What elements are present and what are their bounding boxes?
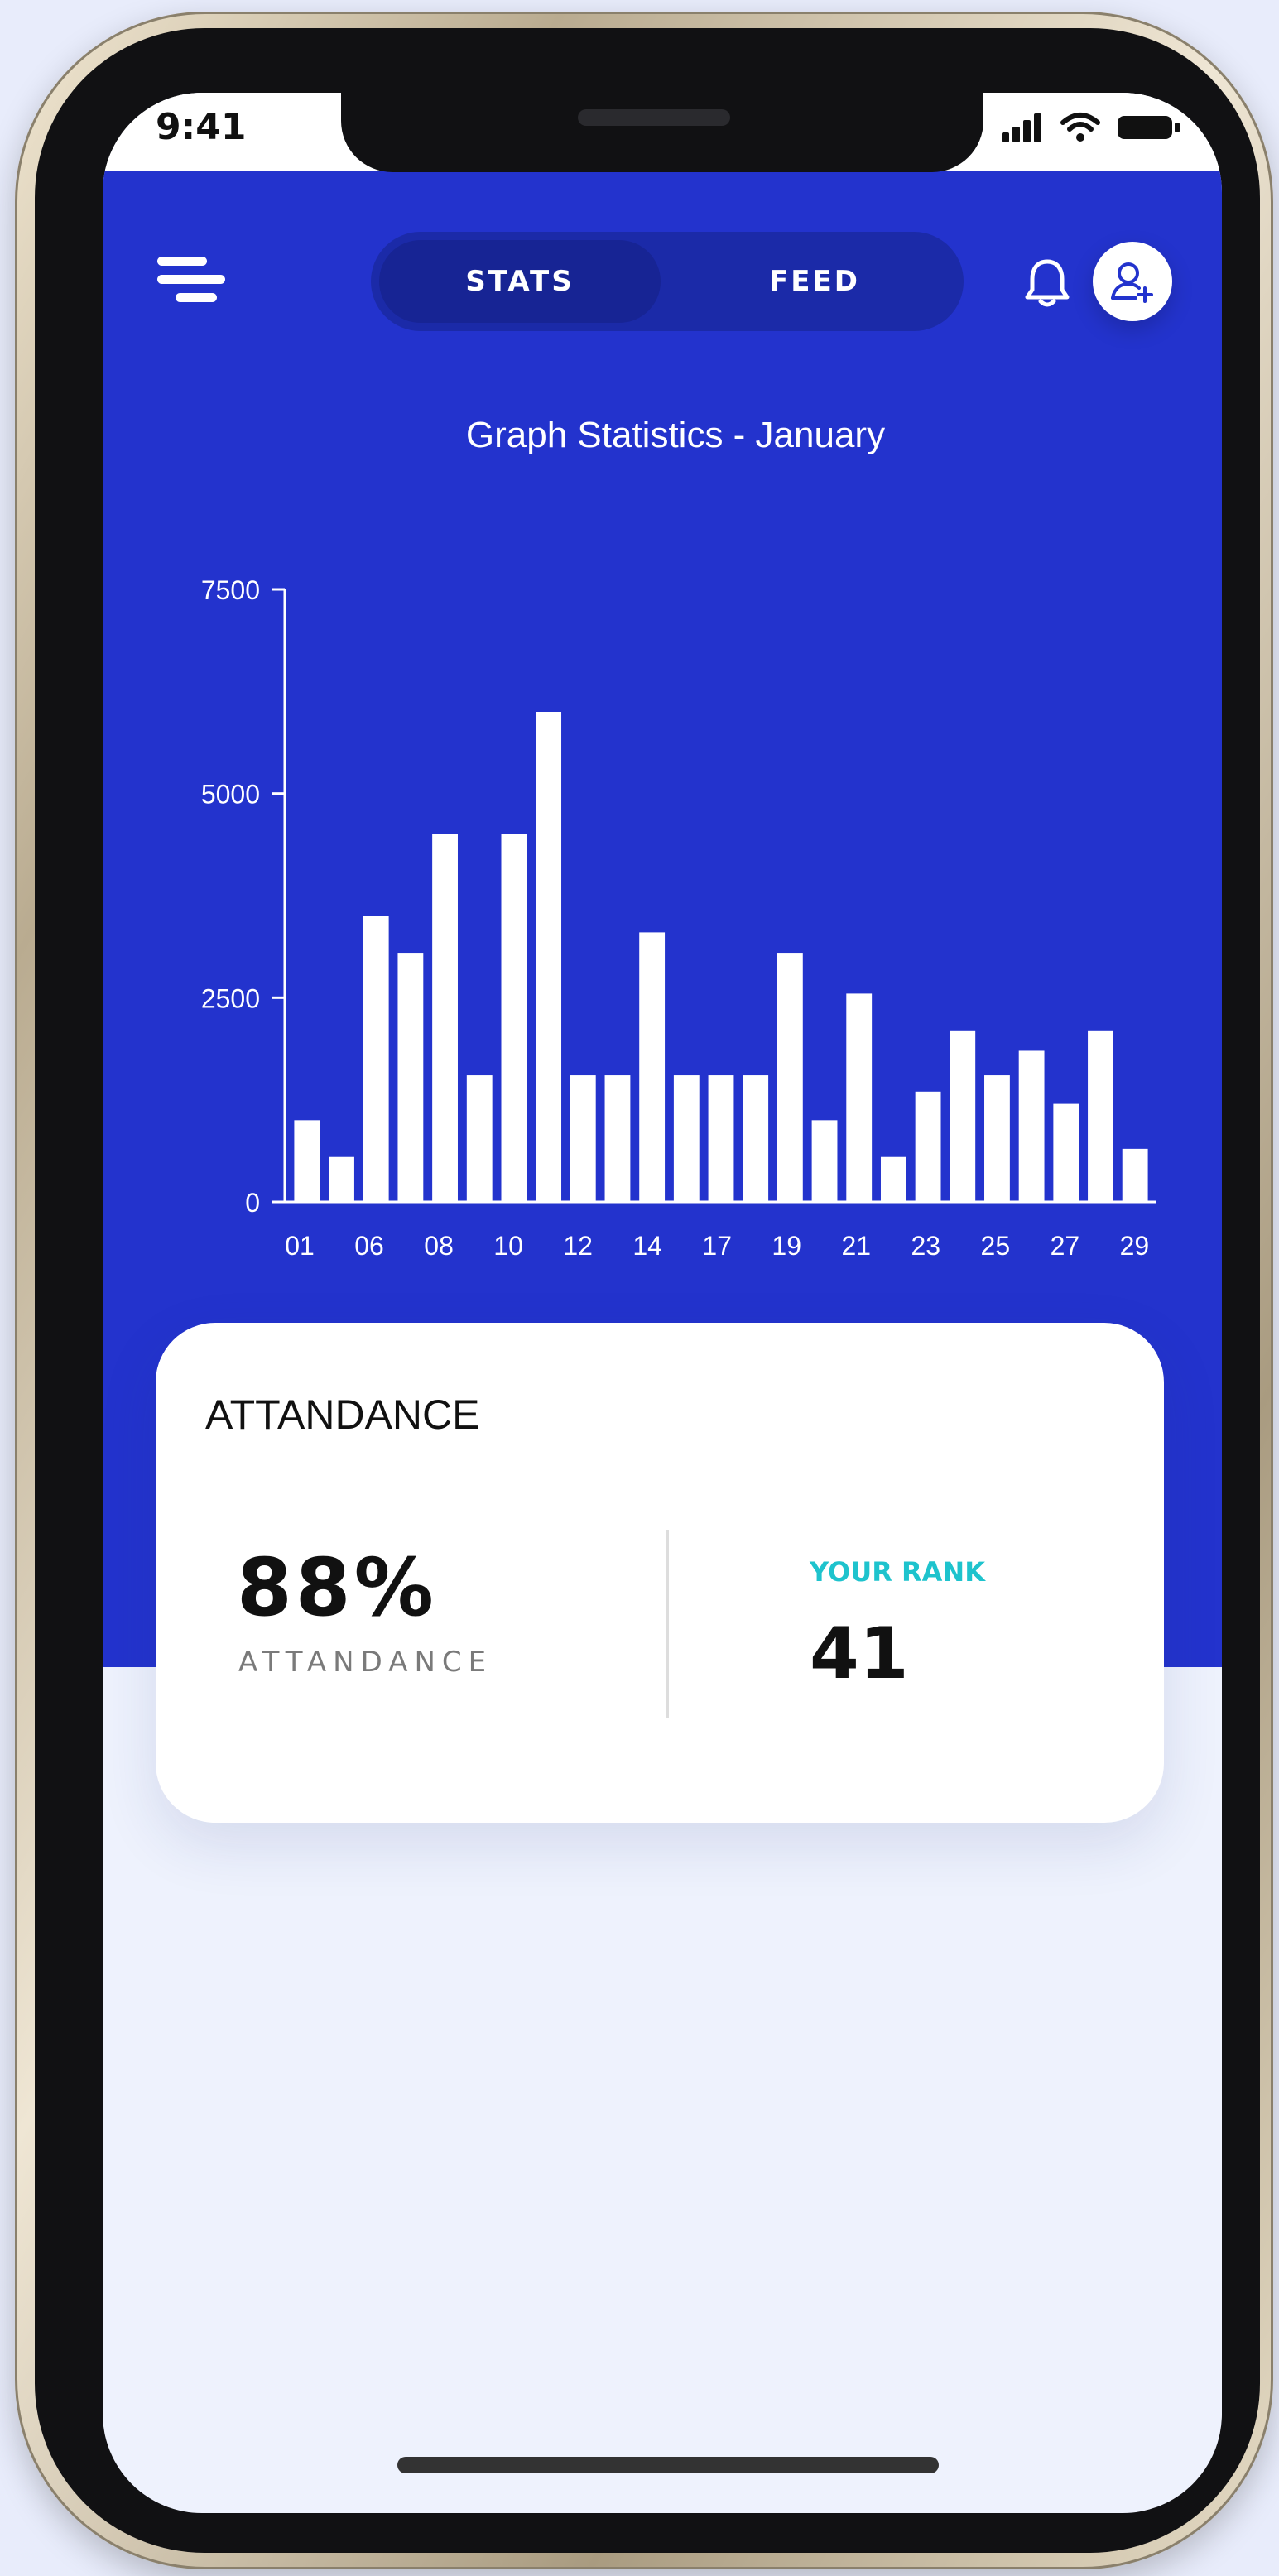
- x-tick-label: 23: [911, 1231, 941, 1261]
- x-tick-label: 10: [493, 1231, 523, 1261]
- status-time: 9:41: [156, 106, 247, 148]
- bar-07: [397, 953, 424, 1202]
- home-indicator[interactable]: [397, 2457, 939, 2473]
- bar-12: [570, 1075, 596, 1202]
- bar-28: [1088, 1030, 1113, 1202]
- x-tick-label: 01: [285, 1231, 315, 1261]
- bar-18: [743, 1075, 769, 1202]
- x-tick-label: 06: [354, 1231, 384, 1261]
- bar-24: [950, 1030, 976, 1202]
- bar-19: [777, 953, 803, 1202]
- bar-01: [294, 1120, 320, 1202]
- x-tick-label: 27: [1051, 1231, 1080, 1261]
- bar-29: [1122, 1148, 1148, 1202]
- bar-14: [639, 932, 666, 1202]
- x-tick-label: 14: [632, 1231, 662, 1261]
- notification-button[interactable]: [1023, 257, 1071, 310]
- y-tick-label: 0: [245, 1188, 260, 1218]
- tab-stats[interactable]: STATS: [379, 240, 661, 323]
- bar-25: [984, 1075, 1010, 1202]
- bar-08: [432, 834, 458, 1202]
- rank-value: 41: [810, 1612, 909, 1695]
- bar-chart: Graph Statistics - January 0 2500 5000 7500…: [201, 415, 1156, 1261]
- attendance-label: ATTANDANCE: [238, 1646, 493, 1679]
- bar-22: [880, 1156, 906, 1202]
- bar-21: [846, 993, 873, 1202]
- tab-feed[interactable]: FEED: [674, 240, 955, 323]
- bar-10: [501, 834, 527, 1202]
- bar-06: [363, 916, 389, 1202]
- bar-09: [466, 1075, 493, 1202]
- attendance-percentage: 88%: [237, 1541, 437, 1634]
- bar-02: [329, 1156, 354, 1202]
- bell-icon: [1025, 259, 1070, 307]
- y-tick-label: 7500: [201, 575, 260, 605]
- profile-avatar-button[interactable]: [1093, 242, 1172, 321]
- y-tick-label: 5000: [201, 780, 260, 810]
- bar-23: [915, 1091, 941, 1202]
- bar-13: [604, 1075, 631, 1202]
- bar-27: [1053, 1103, 1079, 1202]
- wifi-icon: [1060, 113, 1100, 142]
- x-tick-label: 17: [702, 1231, 732, 1261]
- phone-notch: [341, 93, 983, 172]
- y-tick-label: 2500: [201, 983, 260, 1013]
- x-tick-label: 21: [841, 1231, 871, 1261]
- x-tick-label: 12: [563, 1231, 593, 1261]
- card-divider: [666, 1530, 669, 1718]
- speaker-grille: [578, 109, 730, 126]
- x-tick-label: 25: [981, 1231, 1011, 1261]
- chart-title: Graph Statistics - January: [466, 415, 885, 455]
- bar-20: [811, 1120, 838, 1202]
- bar-17: [708, 1075, 734, 1202]
- app-screen: 9:41 STATS FEED Graph Statistics - Janua…: [103, 93, 1222, 2513]
- menu-button[interactable]: [157, 252, 225, 310]
- bar-26: [1018, 1050, 1045, 1202]
- app-header: STATS FEED: [103, 232, 1222, 331]
- x-tick-label: 29: [1120, 1231, 1150, 1261]
- signal-icon: [1002, 113, 1041, 142]
- bar-15: [673, 1075, 700, 1202]
- battery-icon: [1118, 116, 1180, 139]
- attendance-card: ATTANDANCE 88% ATTANDANCE YOUR RANK 41: [156, 1323, 1164, 1823]
- card-title: ATTANDANCE: [205, 1391, 480, 1438]
- view-switcher: STATS FEED: [371, 232, 964, 331]
- status-icons: [1000, 111, 1182, 144]
- x-tick-label: 19: [772, 1231, 801, 1261]
- bar-11: [536, 712, 562, 1202]
- x-tick-label: 08: [424, 1231, 454, 1261]
- rank-label: YOUR RANK: [810, 1556, 985, 1588]
- user-add-icon: [1111, 262, 1153, 303]
